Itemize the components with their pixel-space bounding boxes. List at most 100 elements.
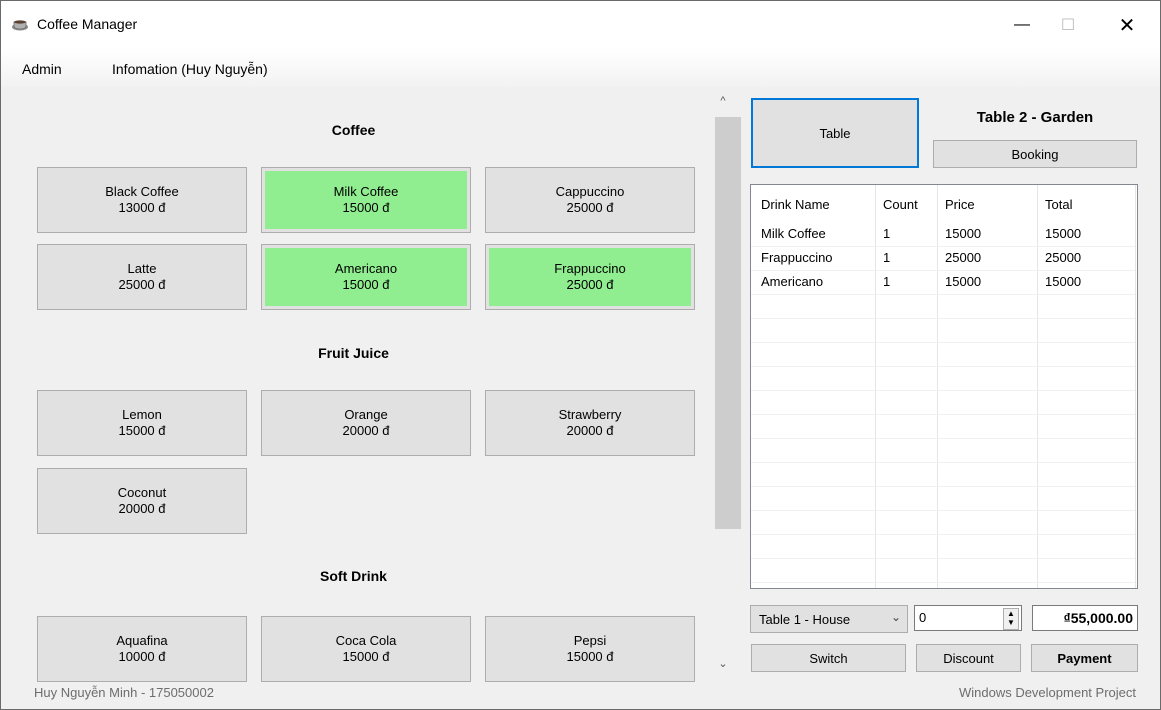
cell-drink-name: Americano (761, 274, 824, 289)
drink-button-pepsi[interactable]: Pepsi 15000 đ (485, 616, 695, 682)
cell-drink-name: Frappuccino (761, 250, 833, 265)
drink-name: Aquafina (116, 633, 168, 648)
category-title-soft-drink: Soft Drink (320, 568, 387, 584)
cell-count: 1 (883, 250, 891, 265)
current-table-label: Table 2 - Garden (976, 109, 1094, 126)
drink-name: Milk Coffee (333, 184, 399, 199)
discount-stepper[interactable]: 0 ▲ ▼ (914, 605, 1022, 631)
drink-name: Pepsi (573, 633, 607, 648)
drink-button-coca-cola[interactable]: Coca Cola 15000 đ (261, 616, 471, 682)
cell-count: 1 (883, 274, 891, 289)
table-row[interactable] (751, 343, 1135, 367)
drink-price: 25000 đ (566, 277, 614, 292)
cell-drink-name: Milk Coffee (761, 226, 826, 241)
order-grid[interactable]: Drink Name Count Price Total Milk Coffee… (750, 184, 1138, 589)
drink-button-aquafina[interactable]: Aquafina 10000 đ (37, 616, 247, 682)
drink-panel-scrollbar[interactable]: ^ ⌄ (709, 87, 741, 677)
drink-button-orange[interactable]: Orange 20000 đ (261, 390, 471, 456)
scroll-up-arrow-icon[interactable]: ^ (709, 95, 737, 111)
drink-name: Coconut (117, 485, 167, 500)
discount-value: 0 (919, 610, 927, 625)
header-count[interactable]: Count (883, 197, 918, 212)
menu-information[interactable]: Infomation (Huy Nguyễn) (112, 61, 268, 77)
drink-button-lemon[interactable]: Lemon 15000 đ (37, 390, 247, 456)
header-total[interactable]: Total (1045, 197, 1072, 212)
category-title-coffee: Coffee (331, 122, 376, 138)
scroll-down-arrow-icon[interactable]: ⌄ (709, 657, 737, 673)
total-price-field: ₫55,000.00 (1032, 605, 1138, 631)
cell-price: 15000 (945, 274, 982, 289)
table-row[interactable] (751, 535, 1135, 559)
drink-button-latte[interactable]: Latte 25000 đ (37, 244, 247, 310)
table-row[interactable] (751, 511, 1135, 535)
drink-price: 15000 đ (342, 200, 390, 215)
drink-button-frappuccino[interactable]: Frappuccino 25000 đ (485, 244, 695, 310)
title-bar: Coffee Manager — ☐ ✕ (1, 1, 1160, 49)
drink-price: 13000 đ (118, 200, 166, 215)
drink-name: Lemon (122, 407, 162, 422)
drink-price: 15000 đ (342, 649, 390, 664)
drink-menu-panel: Coffee Black Coffee 13000 đ Milk Coffee … (1, 87, 706, 687)
author-label: Huy Nguyễn Minh - 175050002 (34, 685, 214, 700)
drink-price: 20000 đ (118, 501, 166, 516)
header-drink-name[interactable]: Drink Name (761, 197, 830, 212)
project-label: Windows Development Project (958, 685, 1136, 700)
drink-button-strawberry[interactable]: Strawberry 20000 đ (485, 390, 695, 456)
scroll-thumb[interactable] (715, 117, 741, 529)
header-price[interactable]: Price (945, 197, 975, 212)
close-button[interactable]: ✕ (1104, 1, 1150, 49)
minimize-button[interactable]: — (999, 1, 1045, 49)
drink-price: 20000 đ (566, 423, 614, 438)
table-row[interactable]: Frappuccino 1 25000 25000 (751, 247, 1135, 271)
table-row[interactable] (751, 559, 1135, 583)
table-row[interactable] (751, 319, 1135, 343)
window-title: Coffee Manager (37, 16, 138, 32)
drink-name: Latte (127, 261, 157, 276)
drink-price: 25000 đ (566, 200, 614, 215)
stepper-arrows-icon[interactable]: ▲ ▼ (1003, 608, 1019, 630)
table-row[interactable] (751, 391, 1135, 415)
booking-button[interactable]: Booking (933, 140, 1137, 168)
chevron-down-icon: ⌄ (890, 610, 901, 624)
drink-price: 15000 đ (342, 277, 390, 292)
discount-button[interactable]: Discount (916, 644, 1021, 672)
table-button[interactable]: Table (751, 98, 919, 168)
table-row[interactable] (751, 367, 1135, 391)
table-row[interactable] (751, 295, 1135, 319)
drink-price: 10000 đ (118, 649, 166, 664)
table-row[interactable] (751, 487, 1135, 511)
cell-total: 15000 (1045, 226, 1082, 241)
menu-bar: Admin Infomation (Huy Nguyễn) (1, 49, 1160, 87)
drink-price: 15000 đ (566, 649, 614, 664)
cell-count: 1 (883, 226, 891, 241)
cell-total: 25000 (1045, 250, 1082, 265)
drink-name: Black Coffee (105, 184, 179, 199)
switch-table-select[interactable]: Table 1 - House ⌄ (750, 605, 908, 633)
table-row[interactable] (751, 439, 1135, 463)
cell-price: 25000 (945, 250, 982, 265)
drink-button-cappuccino[interactable]: Cappuccino 25000 đ (485, 167, 695, 233)
drink-button-americano[interactable]: Americano 15000 đ (261, 244, 471, 310)
selected-table: Table 1 - House (759, 612, 851, 627)
table-row[interactable] (751, 463, 1135, 487)
maximize-button[interactable]: ☐ (1045, 1, 1091, 49)
drink-button-coconut[interactable]: Coconut 20000 đ (37, 468, 247, 534)
table-row[interactable]: Milk Coffee 1 15000 15000 (751, 223, 1135, 247)
cell-price: 15000 (945, 226, 982, 241)
drink-price: 15000 đ (118, 423, 166, 438)
table-row[interactable]: Americano 1 15000 15000 (751, 271, 1135, 295)
drink-name: Americano (334, 261, 398, 276)
coffee-cup-icon (12, 20, 28, 31)
drink-name: Strawberry (558, 407, 622, 422)
grid-header: Drink Name Count Price Total (751, 185, 1137, 221)
drink-button-black-coffee[interactable]: Black Coffee 13000 đ (37, 167, 247, 233)
menu-admin[interactable]: Admin (22, 61, 62, 77)
payment-button[interactable]: Payment (1031, 644, 1138, 672)
table-row[interactable] (751, 415, 1135, 439)
switch-button[interactable]: Switch (751, 644, 906, 672)
grid-column-divider (1135, 185, 1136, 588)
app-window: Coffee Manager — ☐ ✕ Admin Infomation (H… (0, 0, 1161, 710)
drink-button-milk-coffee[interactable]: Milk Coffee 15000 đ (261, 167, 471, 233)
drink-price: 25000 đ (118, 277, 166, 292)
drink-name: Frappuccino (554, 261, 626, 276)
